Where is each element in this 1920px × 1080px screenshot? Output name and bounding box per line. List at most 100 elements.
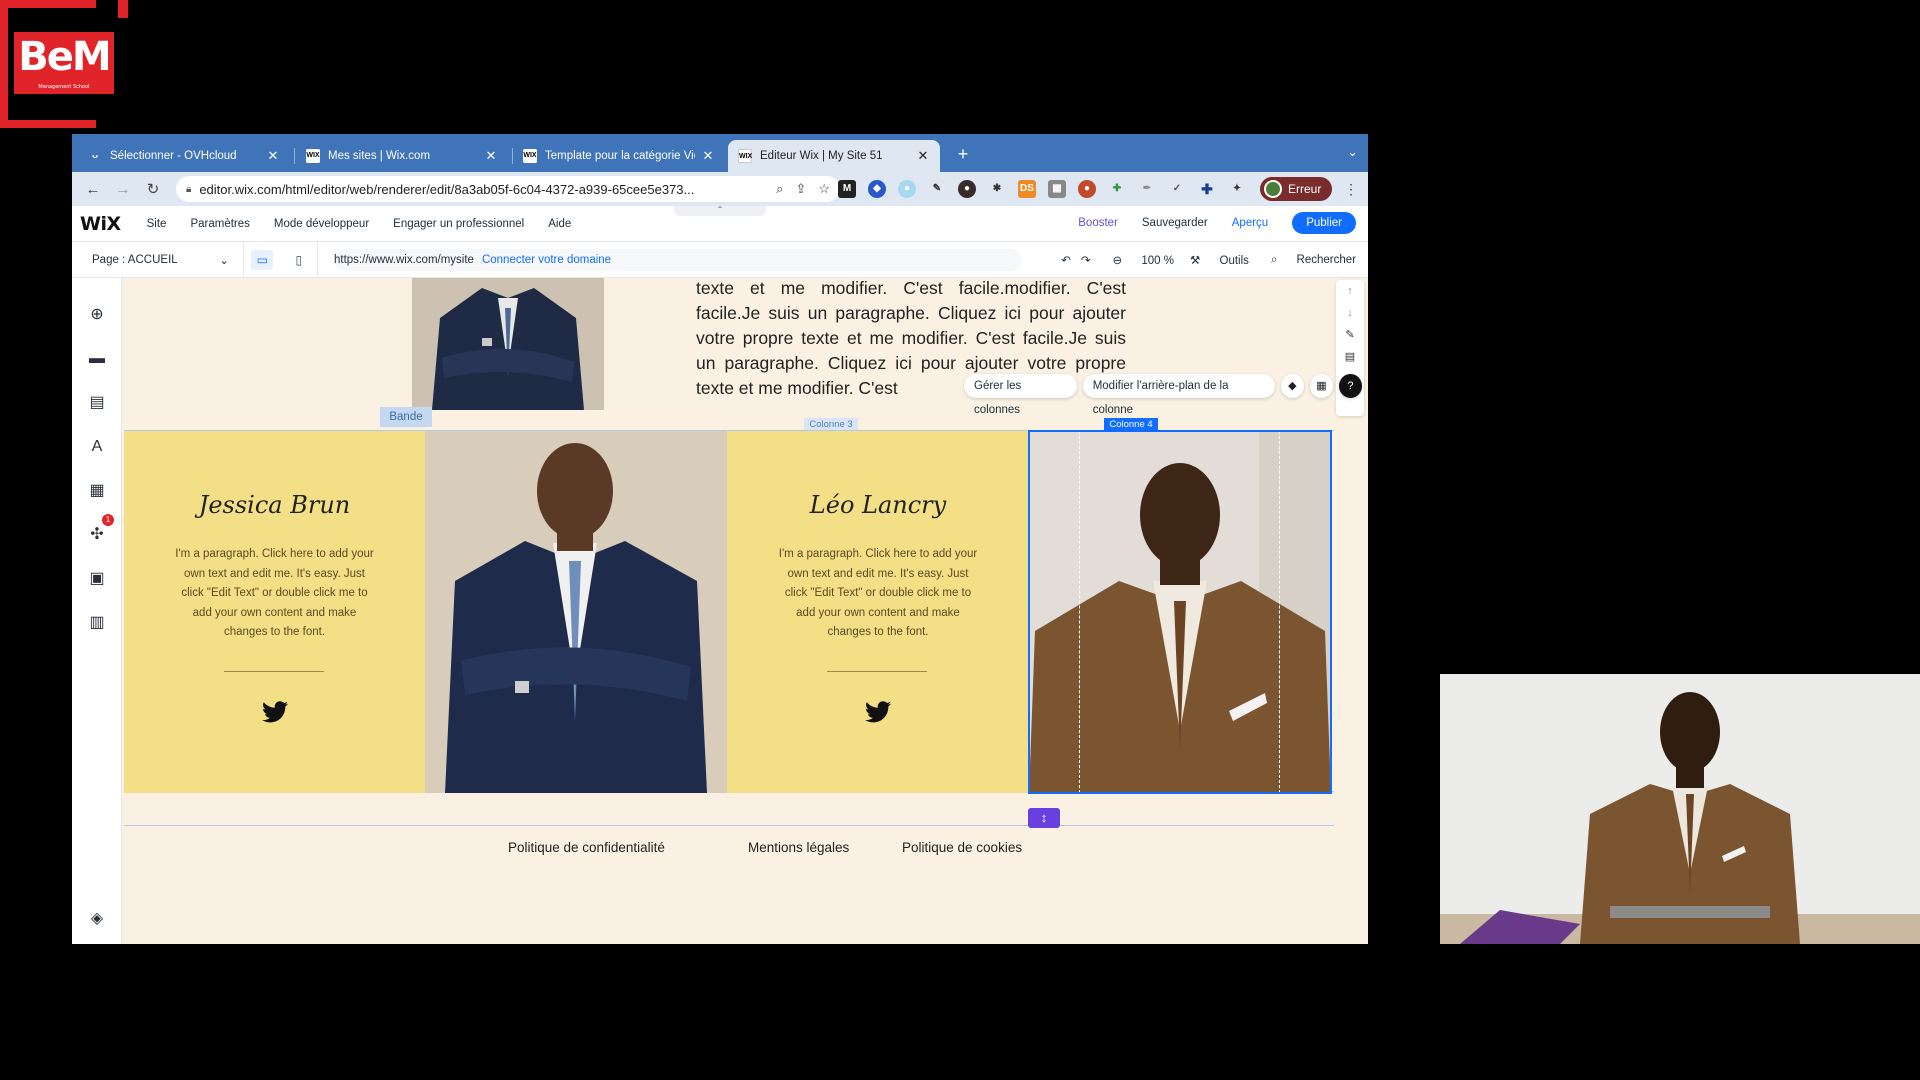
twitter-icon[interactable] [727, 701, 1029, 730]
extension-globe-icon[interactable]: ● [898, 180, 916, 198]
share-icon[interactable]: ⇪ [795, 181, 806, 197]
resize-handle-icon[interactable]: ↕ [1028, 808, 1060, 828]
extension-dark-icon[interactable]: ● [958, 180, 976, 198]
browser-menu-icon[interactable]: ⋮ [1344, 181, 1358, 198]
site-url: https://www.wix.com/mysite [334, 253, 474, 266]
media-icon[interactable]: ▣ [86, 568, 108, 590]
pages-icon[interactable]: ▤ [86, 392, 108, 414]
extension-plus-icon[interactable]: ✚ [1108, 180, 1126, 198]
back-arrow-icon[interactable]: ← [80, 181, 106, 198]
extension-eyedropper-icon[interactable]: ✎ [928, 180, 946, 198]
footer-link-cookies[interactable]: Politique de cookies [902, 840, 1022, 855]
extension-ds-icon[interactable]: DS [1018, 180, 1036, 198]
tab-ovhcloud[interactable]: ᴗ Sélectionner - OVHcloud ✕ [78, 140, 290, 172]
band-label[interactable]: Bande [380, 407, 432, 427]
extension-grid-icon[interactable]: ▦ [1048, 180, 1066, 198]
menu-aide[interactable]: Aide [548, 218, 571, 230]
redo-icon[interactable]: ↷ [1081, 253, 1091, 267]
tools-button[interactable]: ⚒ Outils [1190, 253, 1249, 267]
tab-editeur-wix[interactable]: WIX Éditeur Wix | My Site 51 ✕ [728, 140, 940, 172]
forward-arrow-icon[interactable]: → [110, 181, 136, 198]
business-apps-icon[interactable]: ✣ [86, 524, 108, 546]
editor-canvas[interactable]: texte et me modifier. C'est facile.modif… [122, 278, 1368, 944]
column-1[interactable]: Jessica Brun I'm a paragraph. Click here… [124, 431, 425, 793]
presenter-video [1440, 674, 1920, 944]
publish-button[interactable]: Publier [1292, 212, 1356, 234]
connect-domain-link[interactable]: Connecter votre domaine [482, 254, 611, 266]
footer-link-privacy[interactable]: Politique de confidentialité [508, 840, 665, 855]
editor-tools: ↶ ↷ ⊖ 100 % ⚒ Outils ⌕ Rechercher [1045, 242, 1356, 278]
collapse-handle-icon[interactable]: ⌃ [674, 206, 766, 216]
menu-site[interactable]: Site [147, 218, 167, 230]
reload-icon[interactable]: ↻ [140, 180, 166, 198]
avatar [1264, 180, 1282, 198]
zoom-search-icon[interactable]: ⌕ [776, 181, 783, 197]
column-2-portrait[interactable] [425, 431, 727, 793]
extension-tool-icon[interactable]: ✱ [988, 180, 1006, 198]
column-background-button[interactable]: Modifier l'arrière-plan de la colonne [1082, 374, 1275, 416]
edit-pencil-icon[interactable]: ✎ [1336, 324, 1364, 346]
undo-icon[interactable]: ↶ [1061, 253, 1071, 267]
bem-logo: BeM Management School [0, 0, 130, 128]
column-3[interactable]: Léo Lancry I'm a paragraph. Click here t… [727, 431, 1029, 793]
member-paragraph[interactable]: I'm a paragraph. Click here to add your … [174, 545, 375, 643]
extension-check-icon[interactable]: ✓ [1168, 180, 1186, 198]
booster-button[interactable]: Booster [1078, 217, 1118, 229]
cms-table-icon[interactable]: ▥ [86, 612, 108, 634]
tab-template[interactable]: WIX Template pour la catégorie Vie ✕ [513, 140, 725, 172]
mobile-icon[interactable]: ▯ [288, 250, 310, 270]
member-name[interactable]: Jessica Brun [124, 491, 425, 519]
desktop-icon[interactable]: ▭ [251, 249, 274, 270]
manage-columns-button[interactable]: Gérer les colonnes [964, 374, 1077, 416]
layout-icon[interactable]: ▤ [1336, 346, 1364, 368]
wix-favicon-icon: WIX [306, 149, 320, 163]
footer-link-legal[interactable]: Mentions légales [748, 840, 849, 855]
bookmark-star-icon[interactable]: ☆ [818, 181, 830, 197]
close-icon[interactable]: ✕ [916, 148, 930, 164]
top-portrait-image[interactable] [412, 278, 604, 410]
profile-button[interactable]: Erreur [1260, 177, 1332, 201]
spacer-band [124, 792, 1334, 826]
extension-shield-icon[interactable]: ◆ [868, 180, 886, 198]
extension-m-icon[interactable]: M [838, 180, 856, 198]
move-down-icon[interactable]: ↓ [1336, 302, 1364, 324]
animation-icon[interactable]: ◆ [1280, 374, 1304, 398]
move-up-icon[interactable]: ↑ [1336, 280, 1364, 302]
wix-favicon-icon: WIX [523, 149, 537, 163]
preview-button[interactable]: Aperçu [1232, 217, 1268, 229]
member-paragraph[interactable]: I'm a paragraph. Click here to add your … [777, 545, 979, 643]
page-selector-label: Page : ACCUEIL [92, 253, 178, 266]
extension-cross-icon[interactable]: ✚ [1198, 180, 1216, 198]
wix-logo[interactable]: WiX [80, 213, 121, 235]
zoom-control[interactable]: ⊖ 100 % [1113, 253, 1174, 267]
new-tab-button[interactable]: + [952, 144, 974, 166]
search-button[interactable]: ⌕ Rechercher [1271, 254, 1356, 267]
extension-pen-icon[interactable]: ✒ [1138, 180, 1156, 198]
menu-mode-developpeur[interactable]: Mode développeur [274, 218, 369, 230]
menu-engager-pro[interactable]: Engager un professionnel [393, 218, 524, 230]
close-icon[interactable]: ✕ [266, 148, 280, 164]
puzzle-icon[interactable]: ✦ [1228, 180, 1246, 198]
page-selector[interactable]: Page : ACCUEIL ⌄ [72, 242, 244, 277]
close-icon[interactable]: ✕ [701, 148, 715, 164]
save-button[interactable]: Sauvegarder [1142, 217, 1208, 229]
layers-icon[interactable]: ◈ [86, 908, 108, 930]
add-elements-icon[interactable]: ⊕ [86, 304, 108, 326]
address-bar[interactable]: 🔒︎ editor.wix.com/html/editor/web/render… [176, 176, 840, 202]
member-name[interactable]: Léo Lancry [727, 491, 1029, 519]
layout-icon[interactable]: ▦ [1309, 374, 1333, 398]
address-url[interactable]: editor.wix.com/html/editor/web/renderer/… [199, 182, 764, 197]
design-icon[interactable]: A [86, 436, 108, 458]
tab-search-chevron-icon[interactable]: ⌄ [1347, 144, 1358, 160]
webcam-overlay [1440, 674, 1920, 944]
apps-icon[interactable]: ▦ [86, 480, 108, 502]
left-panel: ⊕ ▬ ▤ A ▦ ✣ 1 ▣ ▥ ◈ [72, 278, 122, 944]
close-icon[interactable]: ✕ [484, 148, 498, 164]
extension-orange-icon[interactable]: ● [1078, 180, 1096, 198]
tab-mes-sites[interactable]: WIX Mes sites | Wix.com ✕ [296, 140, 508, 172]
site-url-bar: https://www.wix.com/mysite Connecter vot… [334, 248, 1022, 271]
add-section-icon[interactable]: ▬ [86, 348, 108, 370]
twitter-icon[interactable] [124, 701, 425, 730]
help-icon[interactable]: ? [1338, 374, 1362, 398]
menu-parametres[interactable]: Paramètres [190, 218, 249, 230]
